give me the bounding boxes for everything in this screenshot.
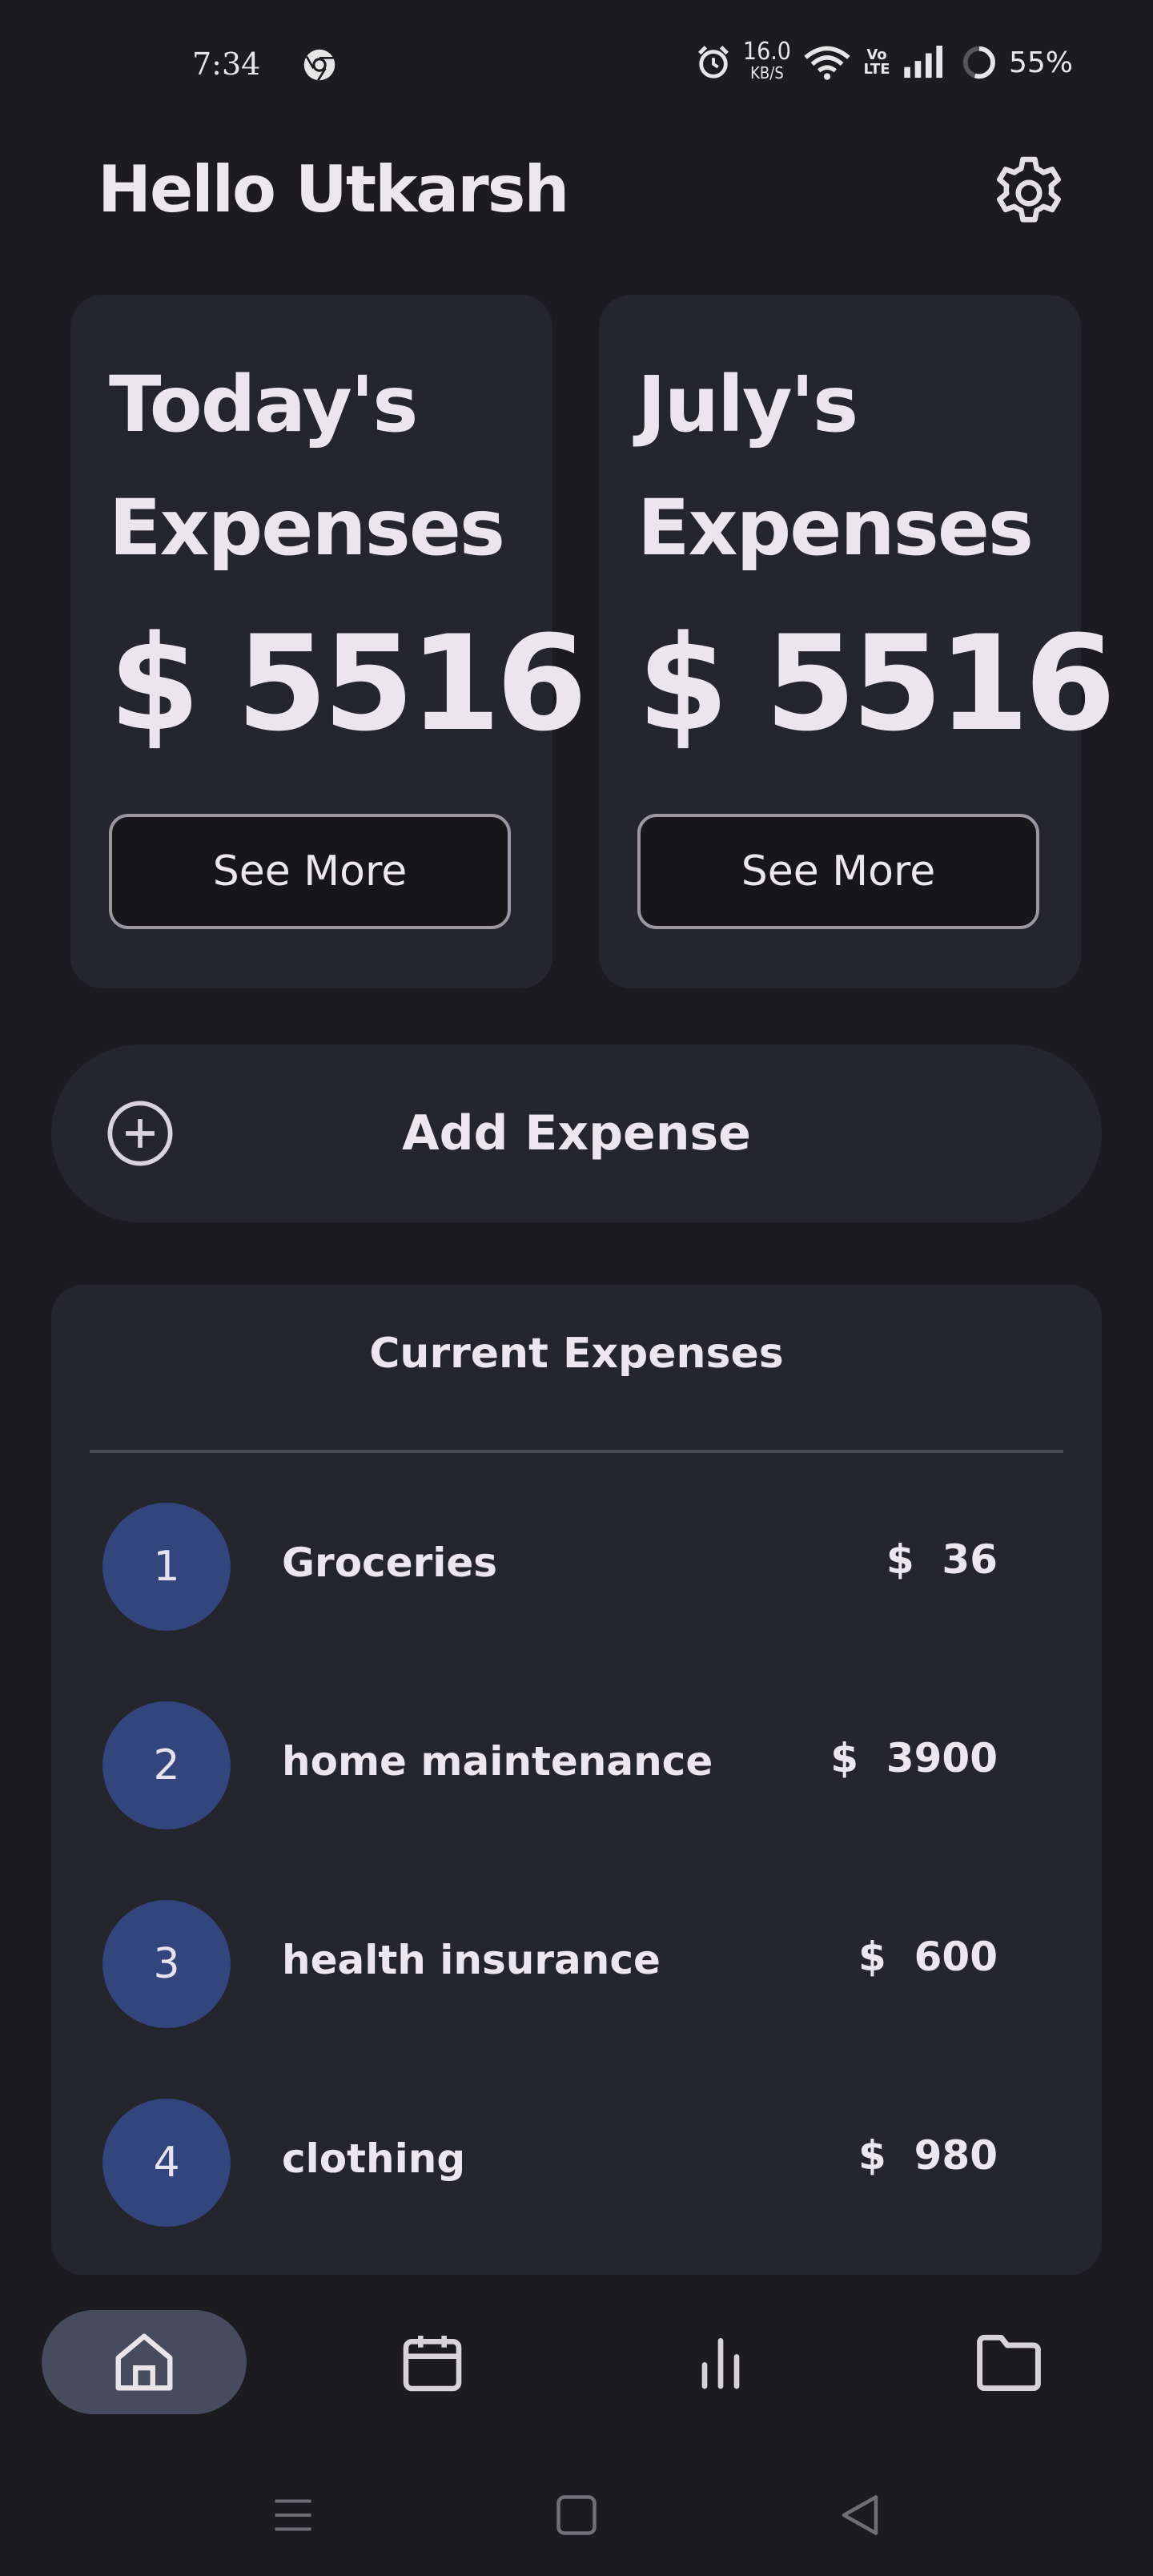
- expense-amount: $ 3900: [830, 1735, 998, 1781]
- greeting-title: Hello Utkarsh: [98, 152, 569, 227]
- today-expenses-card: Today's Expenses $ 5516 See More: [70, 295, 588, 988]
- nav-home[interactable]: [42, 2310, 247, 2414]
- nav-statistics[interactable]: [669, 2310, 772, 2414]
- expense-index-badge: 1: [102, 1503, 231, 1631]
- signal-icon: [904, 46, 942, 78]
- home-icon: [115, 2333, 173, 2391]
- bar-chart-icon: [701, 2338, 740, 2389]
- expense-row[interactable]: 4 clothing $ 980: [51, 2099, 1102, 2227]
- bottom-navigation: [0, 2291, 1153, 2451]
- current-expenses-title: Current Expenses: [369, 1330, 784, 1378]
- wifi-icon: [804, 46, 850, 80]
- network-speed: 16.0 KB/S: [743, 40, 791, 83]
- expense-amount: $ 36: [886, 1536, 998, 1583]
- home-square-icon[interactable]: [552, 2491, 601, 2539]
- battery-percent: 55%: [1008, 46, 1073, 79]
- status-bar: 7:34 16.0 KB/S Vo LTE 55%: [0, 0, 1153, 128]
- expense-name: home maintenance: [282, 1738, 713, 1785]
- expense-row[interactable]: 1 Groceries $ 36: [51, 1503, 1102, 1631]
- expense-amount: $ 600: [858, 1934, 998, 1980]
- back-triangle-icon[interactable]: [836, 2491, 884, 2539]
- add-expense-button[interactable]: Add Expense: [51, 1044, 1102, 1222]
- status-time: 7:34: [192, 46, 261, 82]
- expense-name: Groceries: [282, 1540, 498, 1586]
- volte-indicator: Vo LTE: [863, 46, 890, 78]
- expense-index-badge: 2: [102, 1701, 231, 1829]
- alarm-icon: [697, 46, 729, 78]
- expense-index-badge: 3: [102, 1900, 231, 2028]
- current-expenses-panel: Current Expenses 1 Groceries $ 36 2 home…: [51, 1285, 1102, 2275]
- expense-row[interactable]: 2 home maintenance $ 3900: [51, 1701, 1102, 1829]
- month-expenses-card: July's Expenses $ 5516 See More: [599, 295, 1116, 988]
- today-see-more-button[interactable]: See More: [109, 814, 511, 929]
- battery-ring-icon: [962, 46, 996, 79]
- network-speed-value: 16.0: [742, 38, 791, 66]
- expense-amount: $ 980: [858, 2132, 998, 2179]
- divider: [90, 1450, 1063, 1453]
- system-navigation-bar: [0, 2467, 1153, 2576]
- menu-icon[interactable]: [269, 2491, 317, 2539]
- chrome-icon: [303, 49, 335, 81]
- expense-name: clothing: [282, 2135, 466, 2182]
- today-expenses-amount: $ 5516: [109, 607, 588, 760]
- settings-gear-icon[interactable]: [986, 151, 1071, 235]
- folder-icon: [977, 2334, 1041, 2392]
- month-see-more-button[interactable]: See More: [637, 814, 1039, 929]
- nav-calendar[interactable]: [381, 2310, 484, 2414]
- nav-folder[interactable]: [958, 2310, 1060, 2414]
- expense-name: health insurance: [282, 1937, 661, 1983]
- expense-row[interactable]: 3 health insurance $ 600: [51, 1900, 1102, 2028]
- today-expenses-title: Today's Expenses: [109, 360, 505, 573]
- add-expense-label: Add Expense: [402, 1105, 751, 1161]
- calendar-icon: [403, 2336, 462, 2392]
- month-expenses-amount: $ 5516: [637, 607, 1116, 760]
- expense-index-badge: 4: [102, 2099, 231, 2227]
- month-expenses-title: July's Expenses: [637, 360, 1034, 573]
